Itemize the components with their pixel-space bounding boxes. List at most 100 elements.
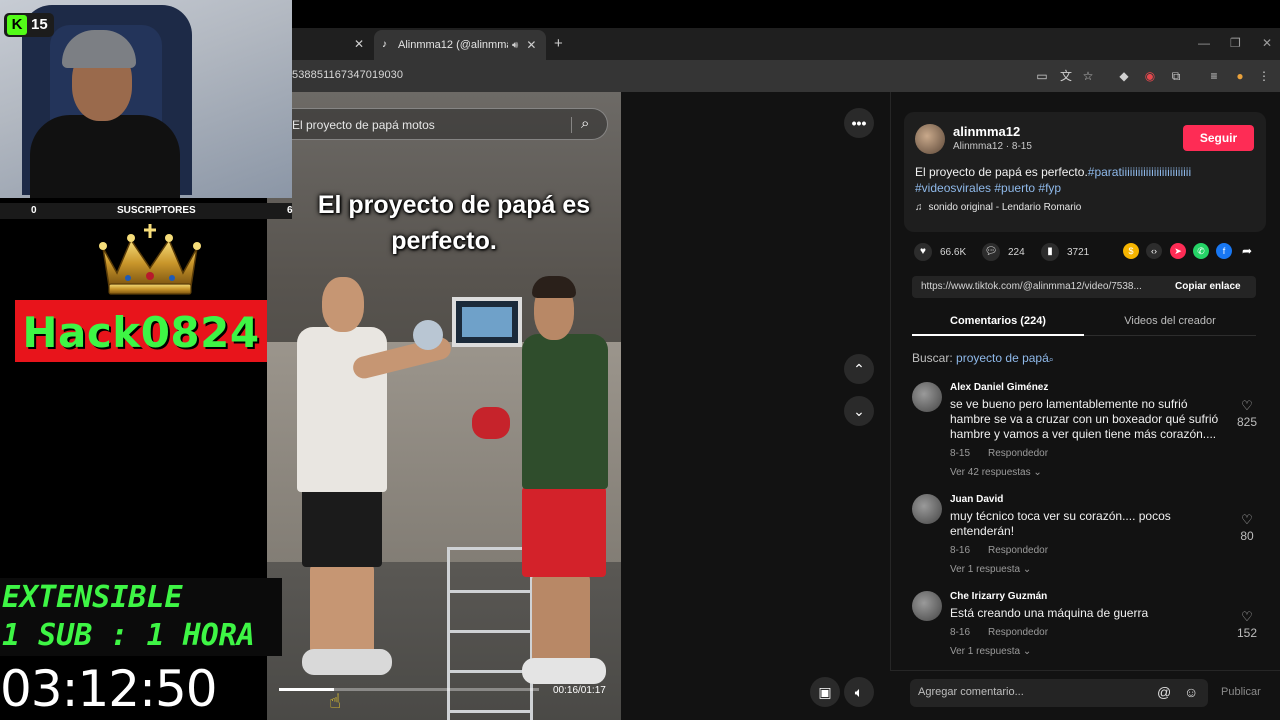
coin-share-icon[interactable]: $ <box>1123 243 1139 259</box>
comment-avatar[interactable] <box>912 382 942 412</box>
heart-outline-icon[interactable]: ♡ <box>1232 512 1262 528</box>
video-progress-bar[interactable] <box>279 688 539 691</box>
comment-icon[interactable]: 💬︎ <box>982 243 1000 261</box>
tab-audio-icon[interactable]: 🔊︎ <box>512 40 518 51</box>
translate-icon[interactable]: 文 <box>1058 68 1074 84</box>
comment-avatar[interactable] <box>912 591 942 621</box>
close-tab-icon[interactable]: ✕ <box>354 37 364 51</box>
bookmark-star-icon[interactable]: ☆ <box>1080 68 1096 84</box>
comment-author[interactable]: Che Irizarry Guzmán <box>950 591 1047 602</box>
comment-author[interactable]: Juan David <box>950 494 1003 505</box>
cast-icon[interactable]: ▭ <box>1034 68 1050 84</box>
follow-button[interactable]: Seguir <box>1183 125 1254 151</box>
view-replies-label: Ver 42 respuestas <box>950 467 1031 478</box>
chevron-up-icon[interactable]: ⌃ <box>844 354 874 384</box>
comment-like[interactable]: ♡ 80 <box>1232 512 1262 543</box>
view-replies[interactable]: Ver 1 respuesta ⌄ <box>950 646 1031 657</box>
hashtag-link[interactable]: #paratiiiiiiiiiiiiiiiiiiiiiiiiii <box>1088 165 1191 179</box>
volume-icon[interactable]: 🔈︎ <box>844 677 874 707</box>
video-search-bar[interactable]: El proyecto de papá motos ⌕ <box>267 108 608 140</box>
extension-diamond-icon[interactable]: ◆ <box>1116 68 1132 84</box>
view-replies[interactable]: Ver 42 respuestas ⌄ <box>950 467 1042 478</box>
hashtag-link[interactable]: #videosvirales #puerto #fyp <box>915 181 1061 195</box>
reply-button[interactable]: Respondedor <box>988 545 1048 556</box>
comment-search-suggestion[interactable]: Buscar: proyecto de papá⌕ <box>912 351 1054 365</box>
browser-tab-previous[interactable]: ✕ <box>292 30 372 60</box>
add-comment-input[interactable]: Agregar comentario... @ ☺ <box>910 679 1208 707</box>
comment-like[interactable]: ♡ 152 <box>1232 609 1262 640</box>
comment-text: se ve bueno pero lamentablemente no sufr… <box>950 397 1219 441</box>
tiktok-favicon-icon: ♪ <box>382 39 387 50</box>
heart-icon[interactable]: ♥ <box>914 243 932 261</box>
top-sub-name: Hack0824 <box>22 308 260 357</box>
window-close-icon[interactable]: ✕ <box>1262 36 1272 50</box>
comment-author[interactable]: Alex Daniel Giménez <box>950 382 1048 393</box>
extensions-puzzle-icon[interactable]: ⧉ <box>1168 68 1184 84</box>
send-to-friends-icon[interactable]: ➤ <box>1170 243 1186 259</box>
kick-badge: K 15 <box>4 13 54 37</box>
comment-date: 8-15 <box>950 448 971 459</box>
comment-avatar[interactable] <box>912 494 942 524</box>
heart-outline-icon[interactable]: ♡ <box>1232 609 1262 625</box>
restore-icon[interactable]: ❐ <box>1230 36 1241 50</box>
view-replies[interactable]: Ver 1 respuesta ⌄ <box>950 564 1031 575</box>
subs-left-count: 0 <box>31 205 37 216</box>
bookmark-icon[interactable]: ▮ <box>1041 243 1059 261</box>
save-stat[interactable]: ▮ 3721 <box>1041 243 1089 261</box>
profile-avatar-icon[interactable]: ● <box>1232 68 1248 84</box>
kick-count: 15 <box>31 16 48 33</box>
share-arrow-icon[interactable]: ➦ <box>1239 243 1255 259</box>
comment-stat[interactable]: 💬︎ 224 <box>982 243 1025 261</box>
mini-player-icon[interactable]: ▣ <box>810 677 840 707</box>
comment-date: 8-16 <box>950 545 971 556</box>
chevron-down-icon: ⌄ <box>1033 467 1042 478</box>
video-player[interactable]: El proyecto de papá motos ⌕ El proyecto … <box>267 92 621 720</box>
copy-link-button[interactable]: Copiar enlace <box>1175 281 1241 292</box>
creator-subline: Alinmma12 · 8-15 <box>953 141 1032 152</box>
browser-menu-icon[interactable]: ⋮ <box>1256 68 1272 84</box>
browser-tab-active[interactable]: ♪ Alinmma12 (@alinmma12) 🔊︎ ✕ <box>374 30 546 60</box>
comment-count: 224 <box>1008 246 1025 258</box>
whatsapp-icon[interactable]: ✆ <box>1193 243 1209 259</box>
reply-button[interactable]: Respondedor <box>988 448 1048 459</box>
search-icon[interactable]: ⌕ <box>581 115 589 132</box>
subathon-info: EXTENSIBLE 1 SUB : 1 HORA <box>0 578 282 656</box>
facebook-icon[interactable]: f <box>1216 243 1232 259</box>
subs-right-count: 6 <box>287 205 293 216</box>
reply-button[interactable]: Respondedor <box>988 627 1048 638</box>
comment-like[interactable]: ♡ 825 <box>1232 398 1262 429</box>
chevron-down-icon[interactable]: ⌄ <box>844 396 874 426</box>
mention-icon[interactable]: @ <box>1157 684 1171 700</box>
minimize-icon[interactable]: — <box>1198 36 1210 50</box>
new-tab-icon[interactable]: + <box>554 35 563 52</box>
address-bar: 538851167347019030 ▭ 文 ☆ ◆ ◉ ⧉ ≡ ● ⋮ <box>292 60 1280 92</box>
tab-comments[interactable]: Comentarios (224) <box>912 315 1084 327</box>
comment-like-count: 825 <box>1236 415 1258 429</box>
like-stat[interactable]: ♥ 66.6K <box>914 243 966 261</box>
crown-icon <box>99 224 201 295</box>
more-horizontal-icon[interactable]: ••• <box>844 108 874 138</box>
comment-text: Está creando una máquina de guerra <box>950 606 1149 620</box>
video-link-url[interactable]: https://www.tiktok.com/@alinmma12/video/… <box>921 281 1142 292</box>
embed-icon[interactable]: ‹› <box>1146 243 1162 259</box>
add-comment-bar: Agregar comentario... @ ☺ Publicar <box>890 670 1280 720</box>
mouse-cursor-icon: ☝ <box>329 691 342 713</box>
view-replies-label: Ver 1 respuesta <box>950 564 1021 575</box>
publish-button[interactable]: Publicar <box>1221 686 1261 698</box>
emoji-icon[interactable]: ☺ <box>1184 684 1198 700</box>
creator-username[interactable]: alinmma12 <box>953 124 1020 139</box>
url-text[interactable]: 538851167347019030 <box>292 69 403 81</box>
tab-creator-videos[interactable]: Videos del creador <box>1084 315 1256 327</box>
music-line[interactable]: ♫ sonido original - Lendario Romario <box>915 202 1081 213</box>
kick-logo-icon: K <box>7 15 27 35</box>
music-title: sonido original - Lendario Romario <box>928 202 1082 213</box>
video-caption-line2: perfecto. <box>391 227 497 255</box>
subathon-line2: 1 SUB : 1 HORA <box>2 618 255 653</box>
heart-outline-icon[interactable]: ♡ <box>1232 398 1262 414</box>
tab-search-icon[interactable]: ≡ <box>1206 68 1222 84</box>
like-count: 66.6K <box>940 246 967 258</box>
extension-shield-icon[interactable]: ◉ <box>1142 68 1158 84</box>
close-tab-icon[interactable]: ✕ <box>526 38 536 52</box>
creator-avatar[interactable] <box>915 124 945 154</box>
search-query-link[interactable]: proyecto de papá <box>956 351 1049 365</box>
